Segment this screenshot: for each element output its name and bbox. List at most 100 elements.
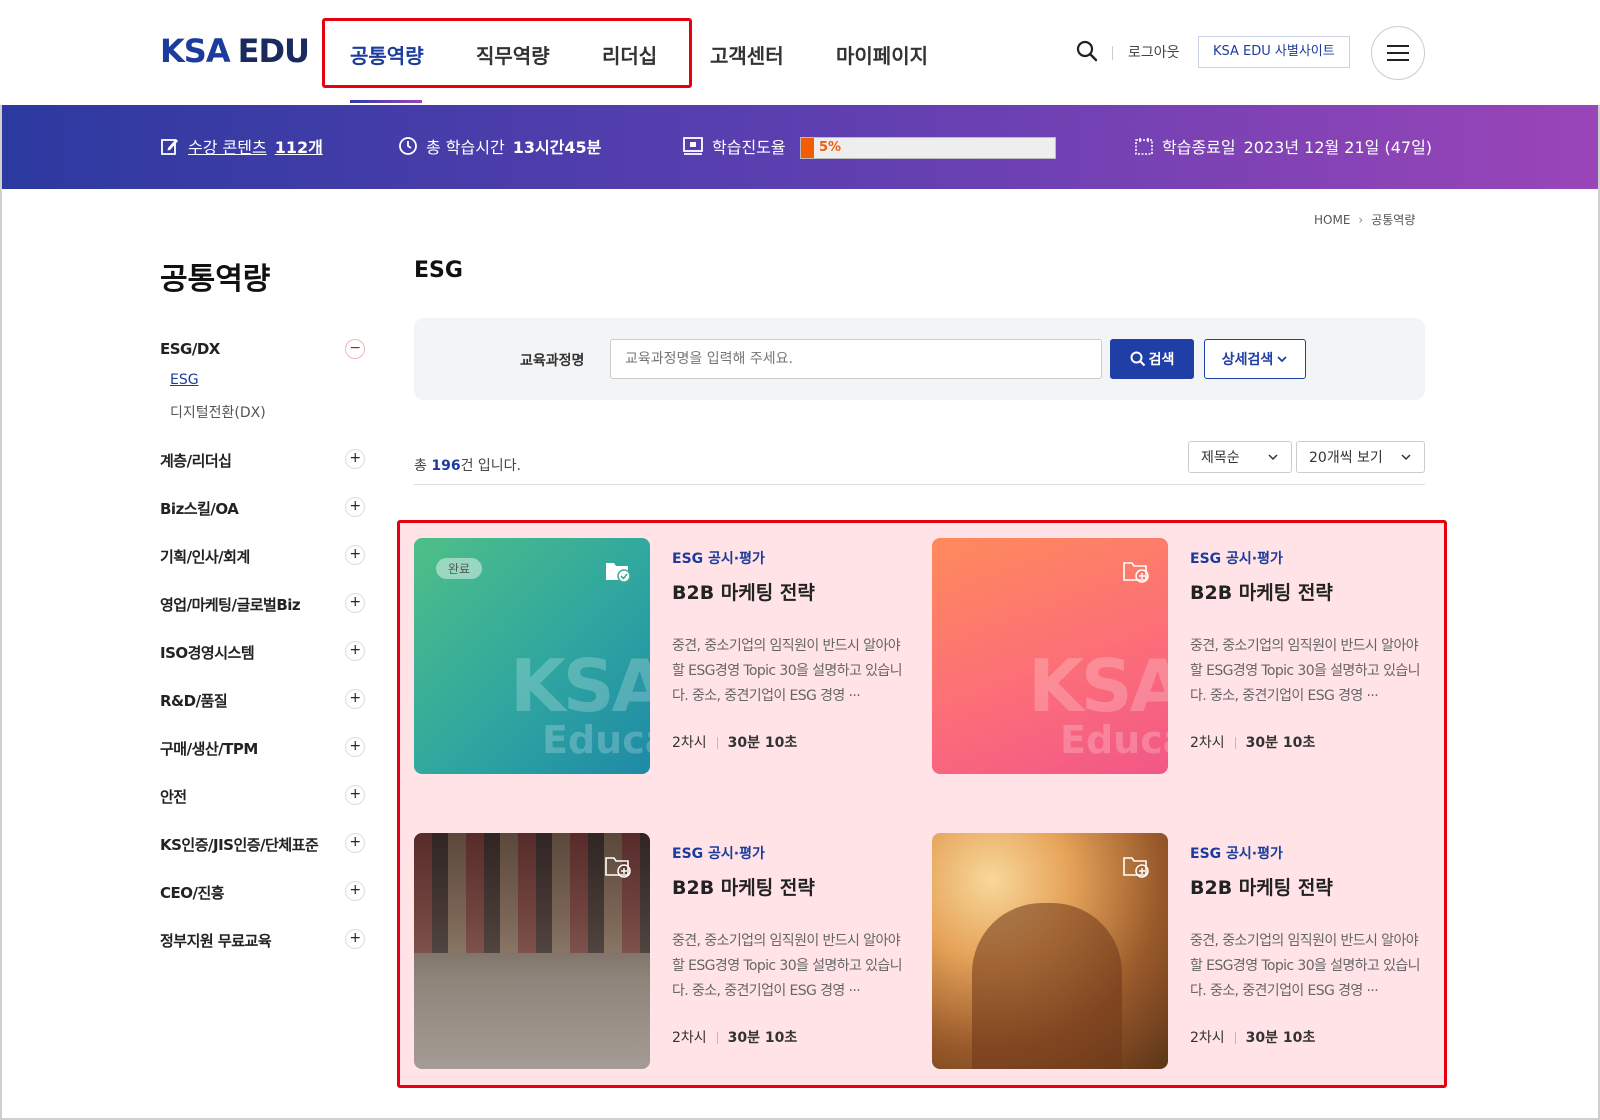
sidebar-item-ks[interactable]: KS인증/JIS인증/단체표준 + [160, 833, 365, 855]
calendar-icon [1135, 138, 1153, 155]
sidebar-item-free[interactable]: 정부지원 무료교육 + [160, 929, 365, 951]
expand-icon[interactable]: + [345, 881, 365, 901]
header: KSA EDU 공통역량 직무역량 리더십 고객센터 마이페이지 로그아웃 KSA… [0, 0, 1600, 105]
course-card[interactable]: KSA Educa ESG 공시·평가 B2B 마케팅 전략 중견, 중소기업의… [932, 538, 1422, 774]
sidebar-item-ceo[interactable]: CEO/진흥 + [160, 881, 365, 903]
expand-icon[interactable]: + [345, 785, 365, 805]
progress-bar-fill [801, 138, 814, 158]
course-title[interactable]: B2B 마케팅 전략 [672, 873, 815, 900]
course-sessions: 2차시 [672, 735, 707, 751]
sort-select[interactable]: 제목순 [1188, 441, 1292, 473]
course-description: 중견, 중소기업의 임직원이 반드시 알아야 할 ESG경영 Topic 30을… [672, 638, 903, 704]
breadcrumb-current: 공통역량 [1371, 213, 1416, 227]
result-count: 총 196건 입니다. [414, 455, 521, 475]
sidebar-item-leadership[interactable]: 계층/리더십 + [160, 449, 365, 471]
collapse-icon[interactable]: − [345, 339, 365, 359]
course-sessions: 2차시 [672, 1030, 707, 1046]
sidebar-item-label: KS인증/JIS인증/단체표준 [160, 836, 319, 854]
expand-icon[interactable]: + [345, 593, 365, 613]
expand-icon[interactable]: + [345, 689, 365, 709]
sidebar-sub-esg[interactable]: ESG [170, 372, 199, 388]
expand-icon[interactable]: + [345, 833, 365, 853]
sidebar-item-sales[interactable]: 영업/마케팅/글로벌Biz + [160, 593, 365, 615]
course-thumbnail[interactable]: KSA Educa 완료 [414, 538, 650, 774]
course-card[interactable]: ESG 공시·평가 B2B 마케팅 전략 중견, 중소기업의 임직원이 반드시 … [932, 833, 1422, 1069]
hamburger-menu-button[interactable] [1371, 26, 1425, 80]
sidebar-item-planning[interactable]: 기획/인사/회계 + [160, 545, 365, 567]
course-duration: 30분 10초 [727, 735, 798, 751]
course-description: 중견, 중소기업의 임직원이 반드시 알아야 할 ESG경영 Topic 30을… [1190, 638, 1421, 704]
list-divider [414, 484, 1425, 485]
course-card[interactable]: ESG 공시·평가 B2B 마케팅 전략 중견, 중소기업의 임직원이 반드시 … [414, 833, 904, 1069]
banner-progress: 학습진도율 [682, 134, 786, 158]
expand-icon[interactable]: + [345, 497, 365, 517]
sidebar-title: 공통역량 [160, 262, 271, 297]
chevron-down-icon [1277, 356, 1287, 363]
folder-check-icon[interactable] [604, 558, 632, 584]
search-button[interactable]: 검색 [1110, 339, 1194, 379]
course-sessions: 2차시 [1190, 735, 1225, 751]
sidebar-item-bizskill[interactable]: Biz스킬/OA + [160, 497, 365, 519]
folder-add-icon[interactable] [604, 853, 632, 879]
course-thumbnail-photo-train[interactable] [414, 833, 650, 1069]
expand-icon[interactable]: + [345, 929, 365, 949]
course-title[interactable]: B2B 마케팅 전략 [672, 578, 815, 605]
logo-ksa: KSA [160, 32, 231, 70]
gnb-item-leadership[interactable]: 리더십 [602, 40, 657, 69]
breadcrumb-home[interactable]: HOME [1314, 213, 1350, 227]
family-site-button[interactable]: KSA EDU 사별사이트 [1198, 36, 1350, 68]
banner-progress-label: 학습진도율 [712, 138, 786, 157]
banner-contents-label: 수강 콘텐츠 [188, 138, 267, 157]
expand-icon[interactable]: + [345, 641, 365, 661]
logo[interactable]: KSA EDU [160, 32, 310, 70]
search-icon [1130, 351, 1145, 367]
course-title[interactable]: B2B 마케팅 전략 [1190, 578, 1333, 605]
gnb-item-job[interactable]: 직무역량 [476, 40, 550, 69]
per-page-select[interactable]: 20개씩 보기 [1296, 441, 1425, 473]
course-duration: 30분 10초 [1245, 1030, 1316, 1046]
result-count-suffix: 건 입니다. [460, 458, 521, 474]
result-count-prefix: 총 [414, 458, 432, 474]
course-duration: 30분 10초 [1245, 735, 1316, 751]
sidebar-item-purchase[interactable]: 구매/생산/TPM + [160, 737, 365, 759]
sidebar-item-safety[interactable]: 안전 + [160, 785, 365, 807]
monitor-icon [683, 137, 703, 155]
course-thumbnail-photo-sunset[interactable] [932, 833, 1168, 1069]
thumbnail-watermark: Educa [1060, 718, 1168, 762]
banner-end-date: 학습종료일 2023년 12월 21일 (47일) [1134, 134, 1432, 158]
sort-select-value: 제목순 [1201, 450, 1240, 466]
logout-link[interactable]: 로그아웃 [1128, 42, 1180, 62]
search-icon[interactable] [1076, 40, 1098, 62]
sidebar-item-esg-dx[interactable]: ESG/DX − [160, 339, 365, 359]
course-category: ESG 공시·평가 [672, 846, 765, 862]
status-badge: 완료 [436, 558, 483, 579]
course-search-input[interactable] [610, 339, 1102, 379]
advanced-search-button[interactable]: 상세검색 [1204, 339, 1306, 379]
course-card[interactable]: KSA Educa 완료 ESG 공시·평가 B2B 마케팅 전략 중견, 중소… [414, 538, 904, 774]
edit-icon [161, 139, 178, 155]
hamburger-icon [1387, 52, 1409, 54]
meta-divider [1234, 1032, 1236, 1044]
gnb-item-common[interactable]: 공통역량 [350, 40, 424, 69]
banner-contents[interactable]: 수강 콘텐츠 112개 [160, 134, 323, 158]
sidebar-item-label: 영업/마케팅/글로벌Biz [160, 596, 301, 614]
course-category: ESG 공시·평가 [1190, 846, 1283, 862]
gnb-item-support[interactable]: 고객센터 [710, 40, 784, 69]
sidebar-item-rnd[interactable]: R&D/품질 + [160, 689, 365, 711]
course-title[interactable]: B2B 마케팅 전략 [1190, 873, 1333, 900]
folder-add-icon[interactable] [1122, 558, 1150, 584]
expand-icon[interactable]: + [345, 449, 365, 469]
course-thumbnail[interactable]: KSA Educa [932, 538, 1168, 774]
sidebar-sub-dx[interactable]: 디지털전환(DX) [170, 402, 266, 422]
expand-icon[interactable]: + [345, 545, 365, 565]
photo-silhouette [972, 903, 1122, 1069]
expand-icon[interactable]: + [345, 737, 365, 757]
course-meta: 2차시 30분 10초 [672, 1027, 797, 1047]
gnb-item-mypage[interactable]: 마이페이지 [836, 40, 928, 69]
chevron-down-icon [1401, 454, 1411, 461]
sidebar-item-label: 안전 [160, 788, 187, 806]
sidebar-item-iso[interactable]: ISO경영시스템 + [160, 641, 365, 663]
folder-add-icon[interactable] [1122, 853, 1150, 879]
course-meta: 2차시 30분 10초 [672, 732, 797, 752]
course-duration: 30분 10초 [727, 1030, 798, 1046]
